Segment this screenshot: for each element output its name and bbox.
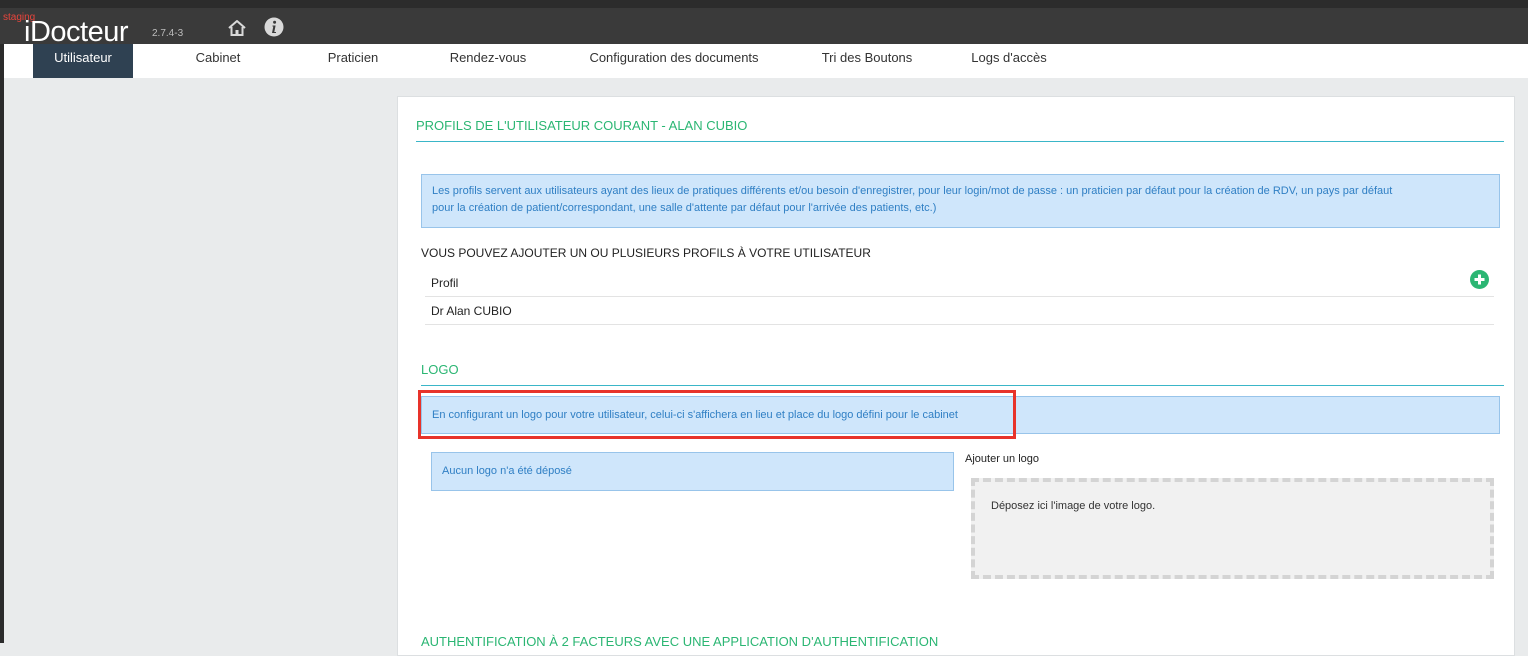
home-icon[interactable] bbox=[227, 18, 247, 38]
tab-tri-boutons[interactable]: Tri des Boutons bbox=[806, 44, 928, 78]
tab-configuration-documents[interactable]: Configuration des documents bbox=[572, 44, 776, 78]
add-logo-label: Ajouter un logo bbox=[965, 453, 1039, 465]
dropzone-text: Déposez ici l'image de votre logo. bbox=[991, 500, 1156, 512]
tab-logs-acces[interactable]: Logs d'accès bbox=[956, 44, 1062, 78]
no-logo-box: Aucun logo n'a été déposé bbox=[431, 452, 954, 491]
twofa-section-title: AUTHENTIFICATION À 2 FACTEURS AVEC UNE A… bbox=[421, 634, 939, 649]
profiles-info-box: Les profils servent aux utilisateurs aya… bbox=[421, 174, 1500, 228]
add-profile-icon[interactable] bbox=[1470, 270, 1489, 289]
profile-row[interactable]: Dr Alan CUBIO bbox=[431, 304, 512, 318]
profiles-info-line-2: pour la création de patient/correspondan… bbox=[432, 202, 937, 214]
tab-praticien[interactable]: Praticien bbox=[303, 44, 403, 78]
tab-cabinet[interactable]: Cabinet bbox=[168, 44, 268, 78]
tab-rendez-vous[interactable]: Rendez-vous bbox=[428, 44, 548, 78]
profiles-section-divider bbox=[416, 141, 1504, 142]
logo-section-divider bbox=[421, 385, 1504, 386]
profiles-add-heading: VOUS POUVEZ AJOUTER UN OU PLUSIEURS PROF… bbox=[421, 246, 871, 260]
app-version: 2.7.4-3 bbox=[152, 28, 184, 39]
profiles-info-line-1: Les profils servent aux utilisateurs aya… bbox=[432, 185, 1393, 197]
highlight-annotation bbox=[418, 390, 1016, 439]
profiles-header-divider bbox=[425, 296, 1494, 297]
main-tabs: Utilisateur Cabinet Praticien Rendez-vou… bbox=[0, 44, 1528, 78]
info-icon[interactable] bbox=[264, 17, 284, 37]
left-edge bbox=[0, 44, 4, 643]
profile-row-divider bbox=[425, 324, 1494, 325]
profiles-column-header: Profil bbox=[431, 276, 459, 290]
logo-dropzone[interactable]: Déposez ici l'image de votre logo. bbox=[971, 478, 1494, 579]
user-settings-panel: PROFILS DE L'UTILISATEUR COURANT - ALAN … bbox=[397, 96, 1515, 656]
profiles-section-title: PROFILS DE L'UTILISATEUR COURANT - ALAN … bbox=[416, 118, 748, 133]
logo-section-title: LOGO bbox=[421, 362, 459, 377]
no-logo-text: Aucun logo n'a été déposé bbox=[442, 465, 572, 477]
tab-utilisateur[interactable]: Utilisateur bbox=[33, 44, 133, 78]
top-bar: staging iDocteur 2.7.4-3 bbox=[0, 0, 1528, 48]
